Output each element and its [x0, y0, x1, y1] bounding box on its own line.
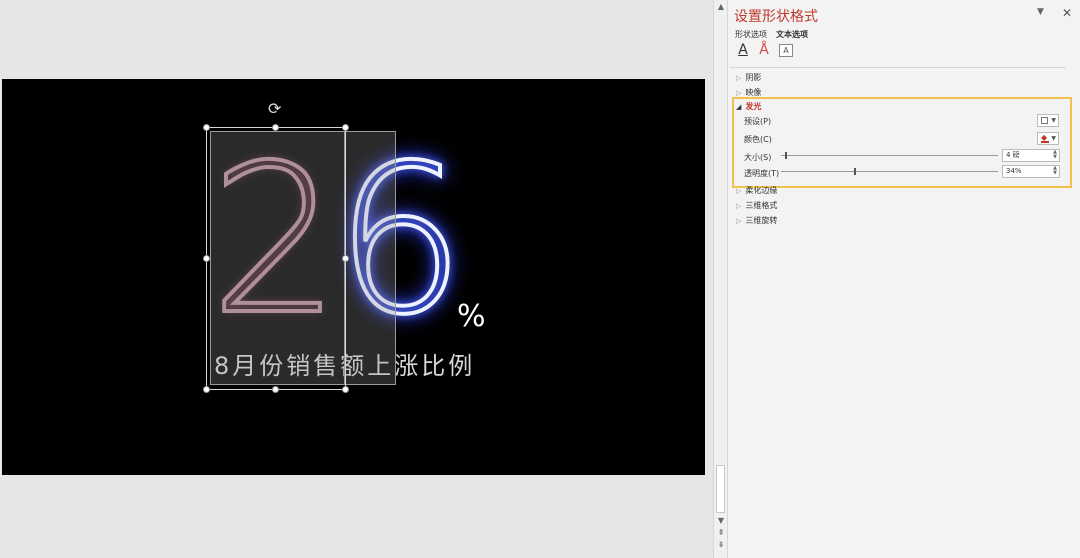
page-down-icon[interactable]: ⇟ — [716, 540, 726, 550]
panel-title: 设置形状格式 — [734, 9, 818, 25]
text-fill-icon[interactable]: A — [735, 42, 751, 58]
format-shape-panel: 设置形状格式 ▼ ✕ 形状选项 文本选项 A Å A ▷ 阴影 ▷ 映像 ◢ 发光 预… — [727, 0, 1080, 558]
resize-handle-top-left[interactable] — [203, 124, 210, 131]
selection-frame — [206, 127, 346, 390]
resize-handle-bottom-right[interactable] — [342, 386, 349, 393]
section-soft-edges-label: 柔化边缘 — [745, 186, 778, 195]
expand-icon: ▷ — [736, 74, 742, 82]
expand-icon: ▷ — [736, 217, 742, 225]
glow-size-value: 4 磅 — [1006, 151, 1020, 159]
glow-size-label: 大小(S) — [744, 153, 772, 162]
resize-handle-top-right[interactable] — [342, 124, 349, 131]
glow-transparency-label: 透明度(T) — [744, 169, 780, 178]
glow-size-slider[interactable] — [781, 155, 998, 156]
glow-transparency-slider[interactable] — [781, 171, 998, 172]
editor-canvas-area: 2 6 % 8月份销售额上涨比例 ⟳ — [0, 0, 712, 558]
expand-icon: ▷ — [736, 202, 742, 210]
glow-size-slider-thumb[interactable] — [785, 152, 787, 159]
expand-icon: ▷ — [736, 187, 742, 195]
scroll-down-arrow-icon[interactable]: ▼ — [716, 516, 726, 526]
section-3d-format-label: 三维格式 — [745, 201, 778, 210]
resize-handle-bottom-left[interactable] — [203, 386, 210, 393]
section-reflection-label: 映像 — [745, 88, 762, 97]
glow-size-input[interactable]: 4 磅 ▲ ▼ — [1002, 149, 1060, 162]
paint-bucket-icon: ◆ — [1041, 133, 1048, 142]
text-outline-icon[interactable]: Å — [756, 42, 772, 58]
panel-options-dropdown-icon[interactable]: ▼ — [1037, 7, 1044, 17]
panel-divider — [730, 67, 1066, 68]
resize-handle-top[interactable] — [272, 124, 279, 131]
spin-arrows-icon[interactable]: ▲ ▼ — [1053, 150, 1057, 160]
collapse-icon: ◢ — [736, 103, 742, 111]
glow-color-label: 颜色(C) — [744, 135, 772, 144]
section-shadow-label: 阴影 — [745, 73, 762, 82]
slide[interactable]: 2 6 % 8月份销售额上涨比例 ⟳ — [2, 79, 705, 475]
scroll-up-arrow-icon[interactable]: ▲ — [716, 2, 726, 12]
glow-transparency-input[interactable]: 34% ▲ ▼ — [1002, 165, 1060, 178]
section-3d-rotation[interactable]: ▷ 三维旋转 — [736, 215, 777, 226]
section-glow[interactable]: ◢ 发光 — [736, 101, 761, 112]
scroll-thumb[interactable] — [716, 465, 725, 513]
text-box-icon[interactable]: A — [779, 44, 793, 57]
section-3d-format[interactable]: ▷ 三维格式 — [736, 200, 777, 211]
section-shadow[interactable]: ▷ 阴影 — [736, 72, 761, 83]
chevron-down-icon: ▼ — [1051, 135, 1056, 142]
section-soft-edges[interactable]: ▷ 柔化边缘 — [736, 185, 777, 196]
section-glow-label: 发光 — [745, 102, 762, 111]
percent-sign-text[interactable]: % — [457, 299, 486, 334]
editor-vertical-scrollbar[interactable]: ▲ ▼ ⇞ ⇟ — [713, 0, 727, 558]
glow-transparency-slider-thumb[interactable] — [854, 168, 856, 175]
preset-swatch-icon — [1041, 117, 1048, 124]
glow-color-dropdown[interactable]: ◆ ▼ — [1037, 132, 1059, 145]
expand-icon: ▷ — [736, 89, 742, 97]
glow-preset-dropdown[interactable]: ▼ — [1037, 114, 1059, 127]
chevron-down-icon: ▼ — [1051, 117, 1056, 124]
section-3d-rotation-label: 三维旋转 — [745, 216, 778, 225]
tab-text-options[interactable]: 文本选项 — [776, 29, 808, 40]
tab-shape-options[interactable]: 形状选项 — [735, 29, 767, 40]
close-icon[interactable]: ✕ — [1062, 6, 1072, 20]
resize-handle-left[interactable] — [203, 255, 210, 262]
rotate-handle-icon[interactable]: ⟳ — [268, 99, 281, 118]
glow-preset-label: 预设(P) — [744, 117, 772, 126]
resize-handle-bottom[interactable] — [272, 386, 279, 393]
glow-transparency-value: 34% — [1006, 167, 1022, 175]
color-bar — [1041, 141, 1049, 143]
resize-handle-right[interactable] — [342, 255, 349, 262]
page-up-icon[interactable]: ⇞ — [716, 528, 726, 538]
spin-arrows-icon[interactable]: ▲ ▼ — [1053, 166, 1057, 176]
